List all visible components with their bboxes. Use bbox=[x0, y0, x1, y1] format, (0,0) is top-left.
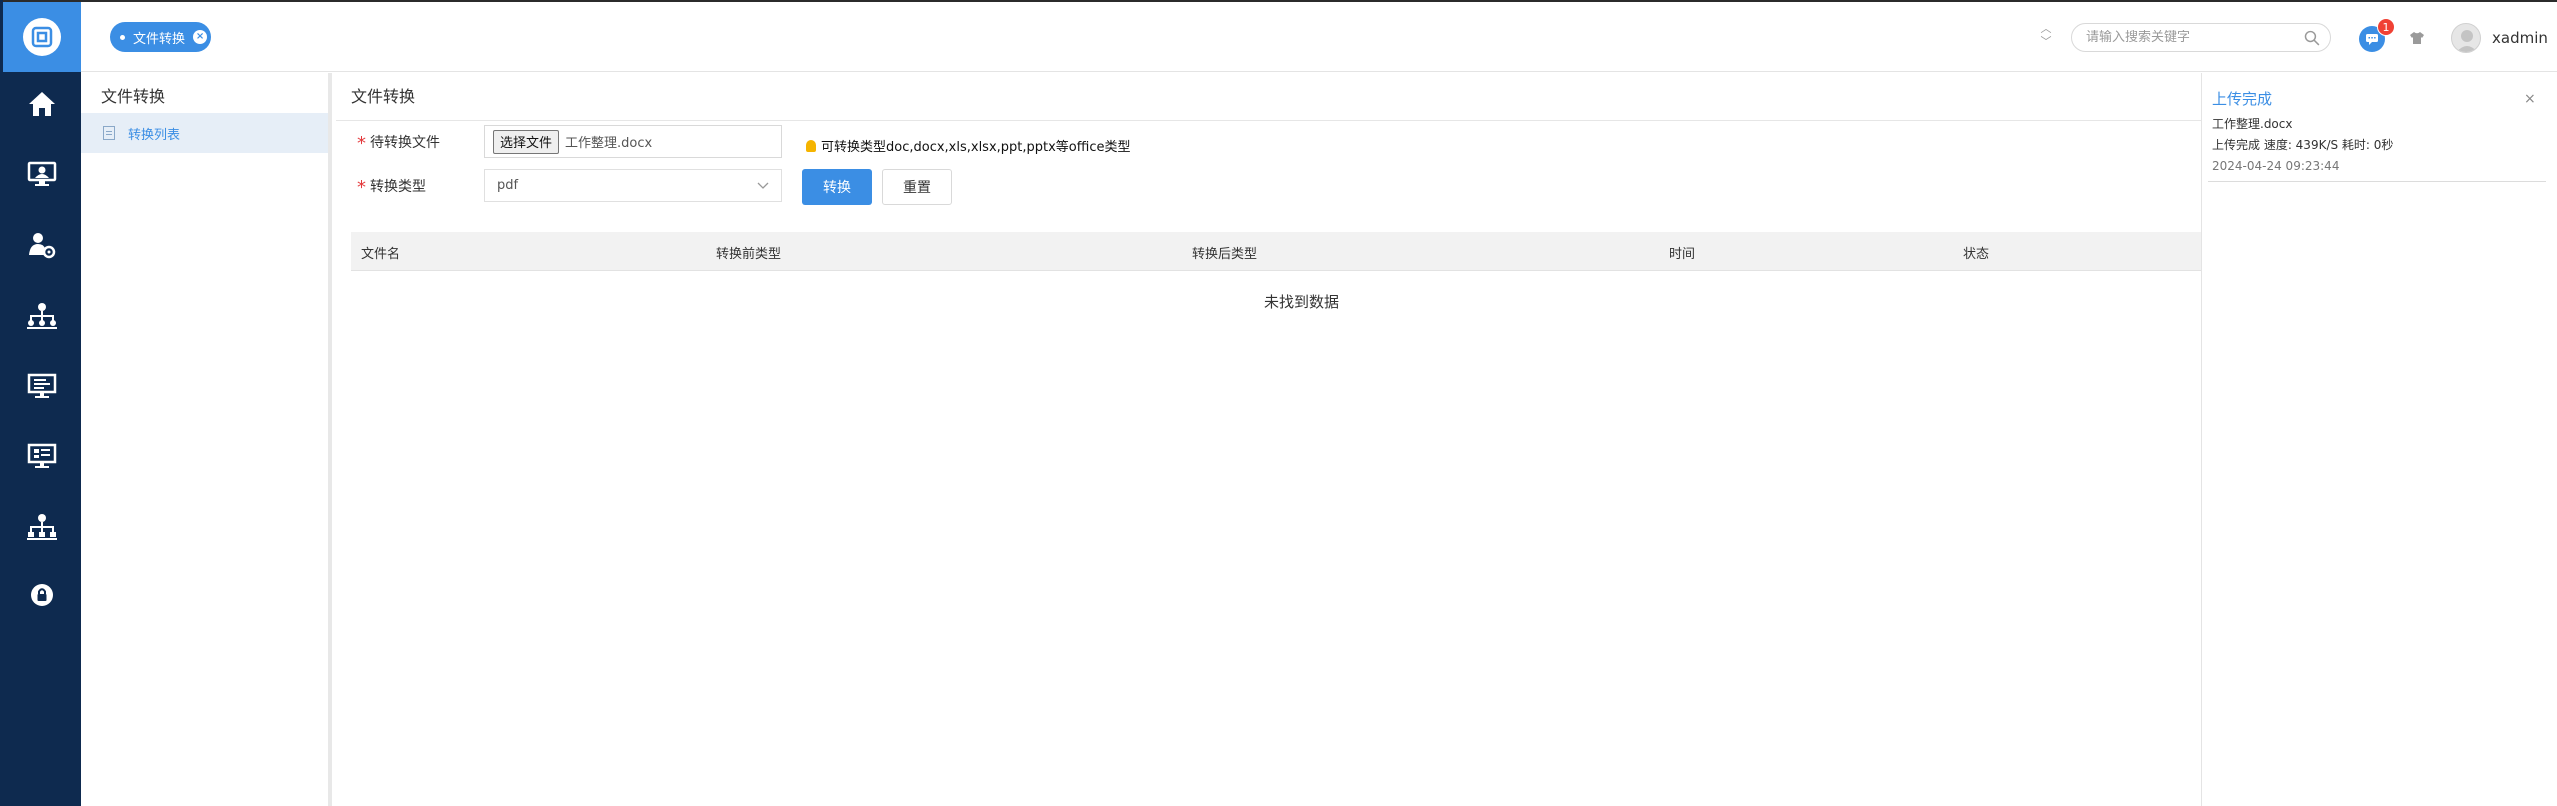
app-logo[interactable] bbox=[3, 2, 81, 72]
convert-type-select[interactable]: pdf bbox=[484, 169, 782, 202]
required-mark: * bbox=[357, 176, 366, 198]
open-tab-label: 文件转换 bbox=[133, 31, 186, 47]
lock-circle-icon bbox=[31, 584, 53, 606]
file-input[interactable]: 选择文件 工作整理.docx bbox=[484, 125, 782, 158]
page-title: 文件转换 bbox=[351, 87, 416, 106]
rail-screen[interactable] bbox=[3, 366, 81, 406]
search-box bbox=[2071, 23, 2331, 52]
collapse-toggle-icon[interactable]: ︿ ﹀ bbox=[2039, 22, 2053, 52]
type-hint: 可转换类型doc,docx,xls,xlsx,ppt,pptx等office类型 bbox=[806, 136, 1130, 155]
upload-notification: 上传完成 × 工作整理.docx 上传完成 速度: 439K/S 耗时: 0秒 … bbox=[2201, 73, 2557, 806]
reset-button[interactable]: 重置 bbox=[882, 169, 952, 205]
selected-file-name: 工作整理.docx bbox=[565, 136, 653, 151]
monitor-user-icon bbox=[27, 161, 57, 186]
rail-home[interactable] bbox=[3, 84, 81, 124]
notification-time: 2024-04-24 09:23:44 bbox=[2212, 159, 2340, 173]
search-input[interactable] bbox=[2086, 30, 2305, 45]
theme-skin-icon[interactable] bbox=[2407, 28, 2427, 48]
required-mark: * bbox=[357, 132, 366, 154]
notification-title: 上传完成 bbox=[2212, 90, 2273, 108]
message-icon bbox=[2366, 34, 2378, 45]
hierarchy-icon bbox=[27, 514, 57, 540]
sidebar-item-convert-list[interactable]: 转换列表 bbox=[81, 113, 328, 153]
rail-org[interactable] bbox=[3, 296, 81, 336]
org-tree-icon bbox=[27, 303, 57, 329]
table-header: 文件名 转换前类型 转换后类型 时间 状态 bbox=[351, 232, 2202, 271]
sub-sidebar-title: 文件转换 bbox=[101, 87, 166, 106]
notification-detail: 上传完成 速度: 439K/S 耗时: 0秒 bbox=[2212, 138, 2394, 152]
active-dot-icon bbox=[120, 34, 125, 40]
avatar[interactable] bbox=[2451, 23, 2481, 53]
sub-sidebar: 文件转换 转换列表 bbox=[81, 73, 332, 806]
logo-icon bbox=[23, 18, 61, 56]
title-divider bbox=[336, 120, 2202, 121]
message-count-badge: 1 bbox=[2377, 18, 2395, 36]
chevron-down-icon bbox=[757, 182, 769, 189]
convert-table: 文件名 转换前类型 转换后类型 时间 状态 未找到数据 bbox=[351, 232, 2202, 312]
choose-file-button[interactable]: 选择文件 bbox=[493, 129, 560, 154]
convert-type-value: pdf bbox=[497, 178, 519, 193]
column-header[interactable]: 转换后类型 bbox=[1192, 243, 1257, 262]
top-header: 文件转换 × ︿﹀ 1 xadmin bbox=[81, 2, 2557, 72]
document-icon bbox=[103, 126, 115, 140]
home-icon bbox=[29, 92, 55, 116]
rail-dashboard[interactable] bbox=[3, 436, 81, 476]
username[interactable]: xadmin bbox=[2492, 29, 2548, 47]
dashboard-screen-icon bbox=[27, 443, 57, 468]
open-tab-file-convert[interactable]: 文件转换 × bbox=[110, 22, 211, 52]
rail-user-settings[interactable] bbox=[3, 225, 81, 265]
notification-divider bbox=[2208, 181, 2546, 182]
sidebar-item-label: 转换列表 bbox=[128, 127, 181, 143]
lightbulb-icon bbox=[806, 139, 816, 152]
type-label: * 转换类型 bbox=[357, 176, 426, 198]
convert-button[interactable]: 转换 bbox=[802, 169, 872, 205]
icon-rail bbox=[3, 2, 81, 806]
user-settings-icon bbox=[29, 233, 56, 259]
search-icon[interactable] bbox=[2304, 30, 2320, 46]
rail-security[interactable] bbox=[3, 575, 81, 615]
close-icon[interactable]: × bbox=[2524, 91, 2536, 107]
column-header[interactable]: 状态 bbox=[1963, 243, 1989, 262]
rail-hierarchy[interactable] bbox=[3, 507, 81, 547]
notification-file: 工作整理.docx bbox=[2212, 117, 2293, 131]
column-header[interactable]: 转换前类型 bbox=[716, 243, 781, 262]
main-content: 文件转换 * 待转换文件 选择文件 工作整理.docx 可转换类型doc,docx… bbox=[336, 73, 2202, 806]
rail-monitor-user[interactable] bbox=[3, 154, 81, 194]
file-label: * 待转换文件 bbox=[357, 132, 440, 154]
empty-state-text: 未找到数据 bbox=[1263, 293, 1339, 311]
close-tab-icon[interactable]: × bbox=[193, 30, 208, 44]
column-header[interactable]: 文件名 bbox=[361, 243, 400, 262]
screen-display-icon bbox=[27, 373, 57, 398]
column-header[interactable]: 时间 bbox=[1669, 243, 1695, 262]
hint-text: 可转换类型doc,docx,xls,xlsx,ppt,pptx等office类型 bbox=[821, 140, 1131, 155]
